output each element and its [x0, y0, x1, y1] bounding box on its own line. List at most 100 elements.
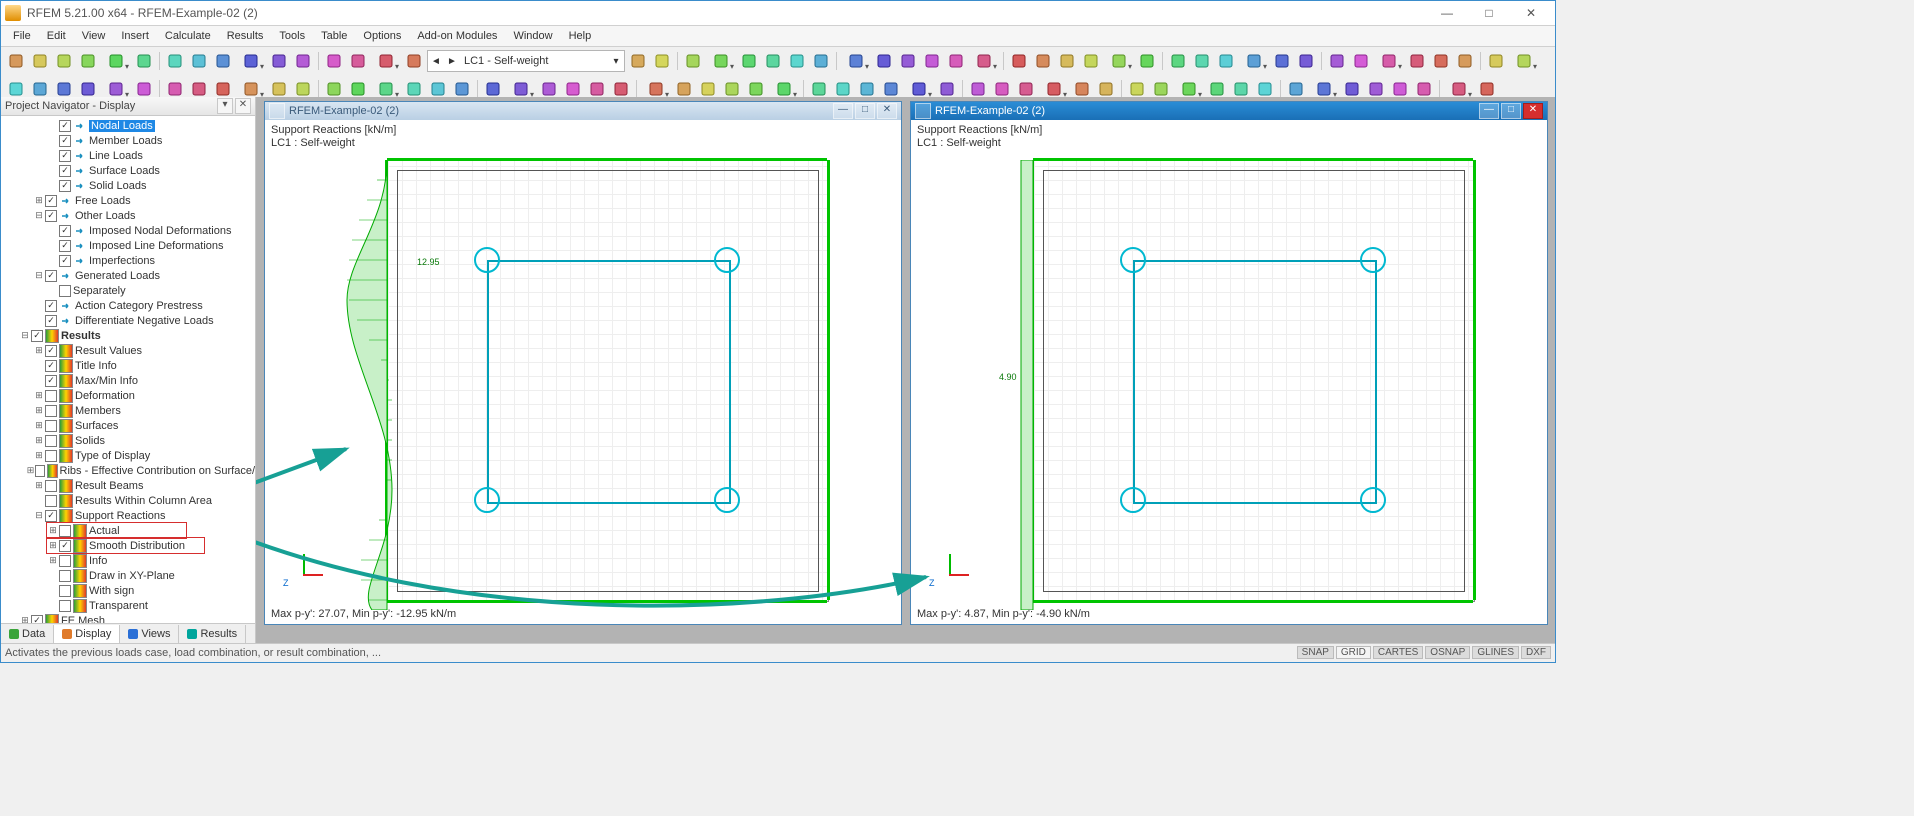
- toolbar-button[interactable]: [1485, 50, 1507, 72]
- tree-item[interactable]: ⊟Other Loads: [1, 208, 255, 223]
- toolbar-button[interactable]: [627, 50, 649, 72]
- tree-item[interactable]: Imposed Nodal Deformations: [1, 223, 255, 238]
- toolbar-button[interactable]: [682, 50, 704, 72]
- tree-item[interactable]: ⊞Info: [1, 553, 255, 568]
- menu-help[interactable]: Help: [561, 26, 600, 46]
- checkbox[interactable]: [59, 525, 71, 537]
- tree-item[interactable]: ⊞Free Loads: [1, 193, 255, 208]
- menu-tools[interactable]: Tools: [271, 26, 313, 46]
- toolbar-button[interactable]: [1008, 50, 1030, 72]
- expand-icon[interactable]: ⊞: [33, 450, 45, 461]
- toolbar-button[interactable]: [873, 50, 895, 72]
- toolbar-button[interactable]: [969, 50, 999, 72]
- checkbox[interactable]: [59, 225, 71, 237]
- menu-calculate[interactable]: Calculate: [157, 26, 219, 46]
- menu-results[interactable]: Results: [219, 26, 272, 46]
- checkbox[interactable]: [35, 465, 45, 477]
- toolbar-button[interactable]: [706, 50, 736, 72]
- collapse-icon[interactable]: ⊟: [33, 510, 45, 521]
- toolbar-button[interactable]: [1080, 50, 1102, 72]
- checkbox[interactable]: [45, 210, 57, 222]
- tree-item[interactable]: ⊞Surfaces: [1, 418, 255, 433]
- checkbox[interactable]: [45, 435, 57, 447]
- toolbar-button[interactable]: [786, 50, 808, 72]
- toolbar-button[interactable]: [5, 50, 27, 72]
- toolbar-button[interactable]: [1191, 50, 1213, 72]
- toolbar-button[interactable]: [1136, 50, 1158, 72]
- toolbar-button[interactable]: [29, 50, 51, 72]
- tree-item[interactable]: Results Within Column Area: [1, 493, 255, 508]
- tree-item[interactable]: ⊞FE Mesh: [1, 613, 255, 623]
- toolbar-button[interactable]: [1056, 50, 1078, 72]
- status-toggle-cartes[interactable]: CARTES: [1373, 646, 1423, 659]
- tree-item[interactable]: ⊞Members: [1, 403, 255, 418]
- expand-icon[interactable]: ⊞: [33, 345, 45, 356]
- tree-item[interactable]: Line Loads: [1, 148, 255, 163]
- tree-item[interactable]: ⊟Results: [1, 328, 255, 343]
- checkbox[interactable]: [45, 345, 57, 357]
- expand-icon[interactable]: ⊞: [33, 480, 45, 491]
- checkbox[interactable]: [59, 285, 71, 297]
- lc-next-button[interactable]: ►: [444, 56, 460, 67]
- view-close-button[interactable]: ✕: [1523, 103, 1543, 119]
- checkbox[interactable]: [59, 240, 71, 252]
- checkbox[interactable]: [59, 255, 71, 267]
- expand-icon[interactable]: ⊞: [33, 195, 45, 206]
- view-title-bar[interactable]: RFEM-Example-02 (2) — □ ✕: [265, 102, 901, 120]
- view-min-button[interactable]: —: [1479, 103, 1499, 119]
- toolbar-button[interactable]: [53, 50, 75, 72]
- toolbar-button[interactable]: [762, 50, 784, 72]
- tree-item[interactable]: Differentiate Negative Loads: [1, 313, 255, 328]
- toolbar-button[interactable]: [810, 50, 832, 72]
- tree-item[interactable]: ⊞Result Values: [1, 343, 255, 358]
- toolbar-button[interactable]: [133, 50, 155, 72]
- tree-item[interactable]: ⊞Smooth Distribution: [1, 538, 255, 553]
- tree-item[interactable]: ⊞Type of Display: [1, 448, 255, 463]
- toolbar-button[interactable]: [841, 50, 871, 72]
- toolbar-button[interactable]: [371, 50, 401, 72]
- checkbox[interactable]: [59, 585, 71, 597]
- toolbar-button[interactable]: [1239, 50, 1269, 72]
- expand-icon[interactable]: ⊞: [47, 540, 59, 551]
- checkbox[interactable]: [45, 495, 57, 507]
- tree-item[interactable]: Surface Loads: [1, 163, 255, 178]
- toolbar-button[interactable]: [1271, 50, 1293, 72]
- view-close-button[interactable]: ✕: [877, 103, 897, 119]
- toolbar-button[interactable]: [77, 50, 99, 72]
- expand-icon[interactable]: ⊞: [33, 420, 45, 431]
- checkbox[interactable]: [59, 135, 71, 147]
- tree-item[interactable]: ⊞Result Beams: [1, 478, 255, 493]
- toolbar-button[interactable]: [738, 50, 760, 72]
- toolbar-button[interactable]: [1374, 50, 1404, 72]
- navigator-tab-results[interactable]: Results: [179, 625, 246, 643]
- checkbox[interactable]: [59, 600, 71, 612]
- status-toggle-glines[interactable]: GLINES: [1472, 646, 1519, 659]
- collapse-icon[interactable]: ⊟: [33, 210, 45, 221]
- toolbar-button[interactable]: [1350, 50, 1372, 72]
- toolbar-button[interactable]: [945, 50, 967, 72]
- checkbox[interactable]: [45, 375, 57, 387]
- checkbox[interactable]: [45, 270, 57, 282]
- toolbar-button[interactable]: [1430, 50, 1452, 72]
- collapse-icon[interactable]: ⊟: [19, 330, 31, 341]
- menu-window[interactable]: Window: [505, 26, 560, 46]
- view-min-button[interactable]: —: [833, 103, 853, 119]
- lc-prev-button[interactable]: ◄: [428, 56, 444, 67]
- expand-icon[interactable]: ⊞: [47, 555, 59, 566]
- toolbar-button[interactable]: [1215, 50, 1237, 72]
- tree-item[interactable]: Transparent: [1, 598, 255, 613]
- expand-icon[interactable]: ⊞: [47, 525, 59, 536]
- checkbox[interactable]: [45, 450, 57, 462]
- checkbox[interactable]: [59, 165, 71, 177]
- checkbox[interactable]: [45, 510, 57, 522]
- navigator-close-button[interactable]: ✕: [235, 98, 251, 114]
- toolbar-button[interactable]: [236, 50, 266, 72]
- tree-item[interactable]: Action Category Prestress: [1, 298, 255, 313]
- lc-value[interactable]: LC1 - Self-weight: [460, 55, 608, 67]
- checkbox[interactable]: [31, 330, 43, 342]
- checkbox[interactable]: [45, 360, 57, 372]
- menu-view[interactable]: View: [74, 26, 114, 46]
- view-max-button[interactable]: □: [1501, 103, 1521, 119]
- toolbar-button[interactable]: [268, 50, 290, 72]
- navigator-dropdown-button[interactable]: ▾: [217, 98, 233, 114]
